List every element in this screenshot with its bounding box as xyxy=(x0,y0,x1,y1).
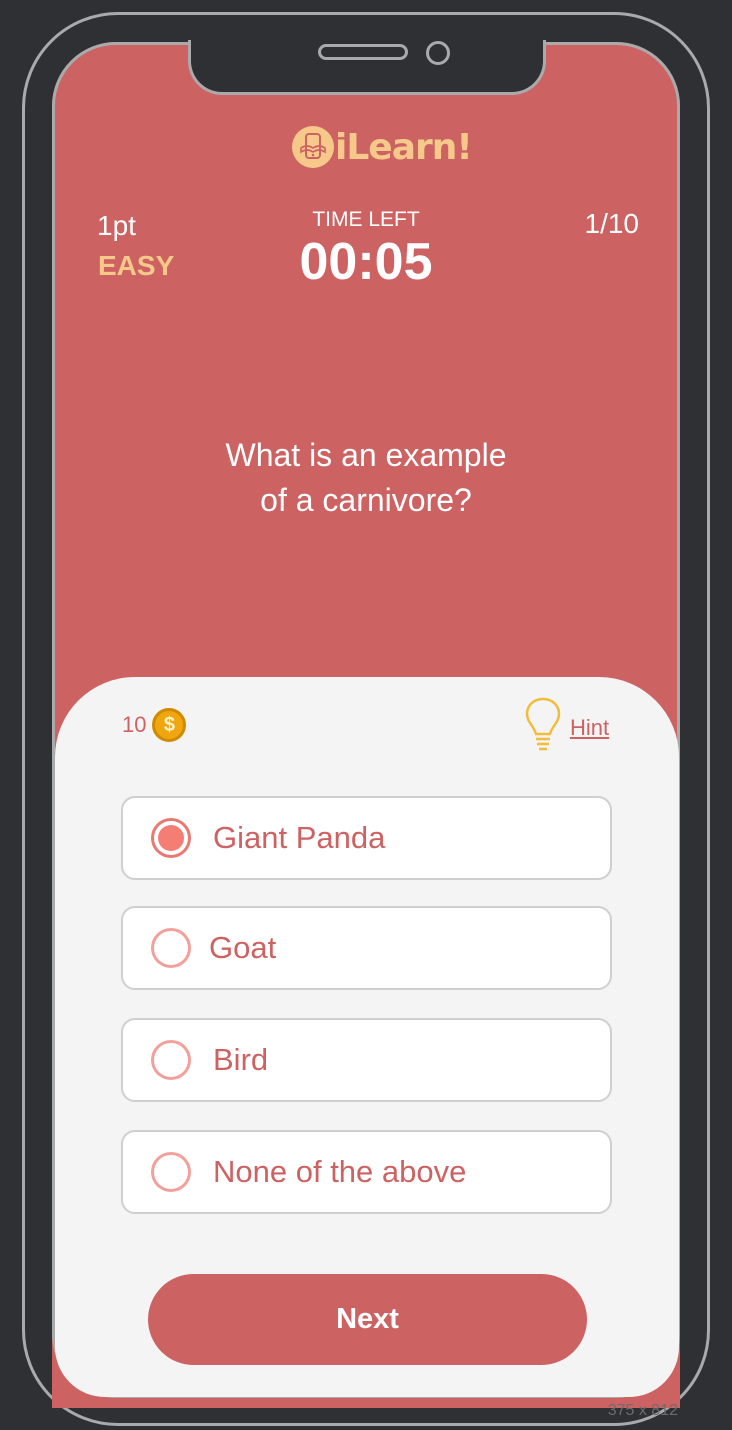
next-button[interactable]: Next xyxy=(148,1274,587,1365)
app-logo: iLearn! xyxy=(292,126,473,168)
camera-icon xyxy=(426,41,450,65)
countdown-timer: 00:05 xyxy=(299,233,433,291)
logo-book-phone-icon xyxy=(292,126,334,168)
question-line-2: of a carnivore? xyxy=(260,482,472,518)
hint-button[interactable]: Hint xyxy=(524,696,609,759)
radio-icon[interactable] xyxy=(151,1152,191,1192)
option-label: Giant Panda xyxy=(213,820,386,855)
frame-size-label: 375 x 812 xyxy=(607,1402,678,1419)
answer-option-bird[interactable]: Bird xyxy=(121,1018,612,1102)
coin-count: 10 xyxy=(122,712,147,737)
radio-selected-icon[interactable] xyxy=(151,818,191,858)
answer-option-none-of-the-above[interactable]: None of the above xyxy=(121,1130,612,1214)
speaker-icon xyxy=(318,44,408,60)
hint-link[interactable]: Hint xyxy=(570,715,609,741)
question-progress: 1/10 xyxy=(584,208,640,239)
option-label: Bird xyxy=(213,1042,269,1077)
radio-icon[interactable] xyxy=(151,928,191,968)
app-name: iLearn! xyxy=(335,126,473,168)
lightbulb-icon xyxy=(524,696,562,759)
coin-balance: 10 $ xyxy=(122,708,187,742)
radio-icon[interactable] xyxy=(151,1040,191,1080)
answer-option-giant-panda[interactable]: Giant Panda xyxy=(121,796,612,880)
option-label: None of the above xyxy=(213,1154,467,1189)
option-label: Goat xyxy=(209,930,277,965)
answer-option-goat[interactable]: Goat xyxy=(121,906,612,990)
question-text: What is an example of a carnivore? xyxy=(0,433,732,523)
coin-icon: $ xyxy=(152,708,187,742)
question-line-1: What is an example xyxy=(225,437,507,473)
device-stage: iLearn! 1pt EASY TIME LEFT 00:05 1/10 Wh… xyxy=(0,0,732,1430)
